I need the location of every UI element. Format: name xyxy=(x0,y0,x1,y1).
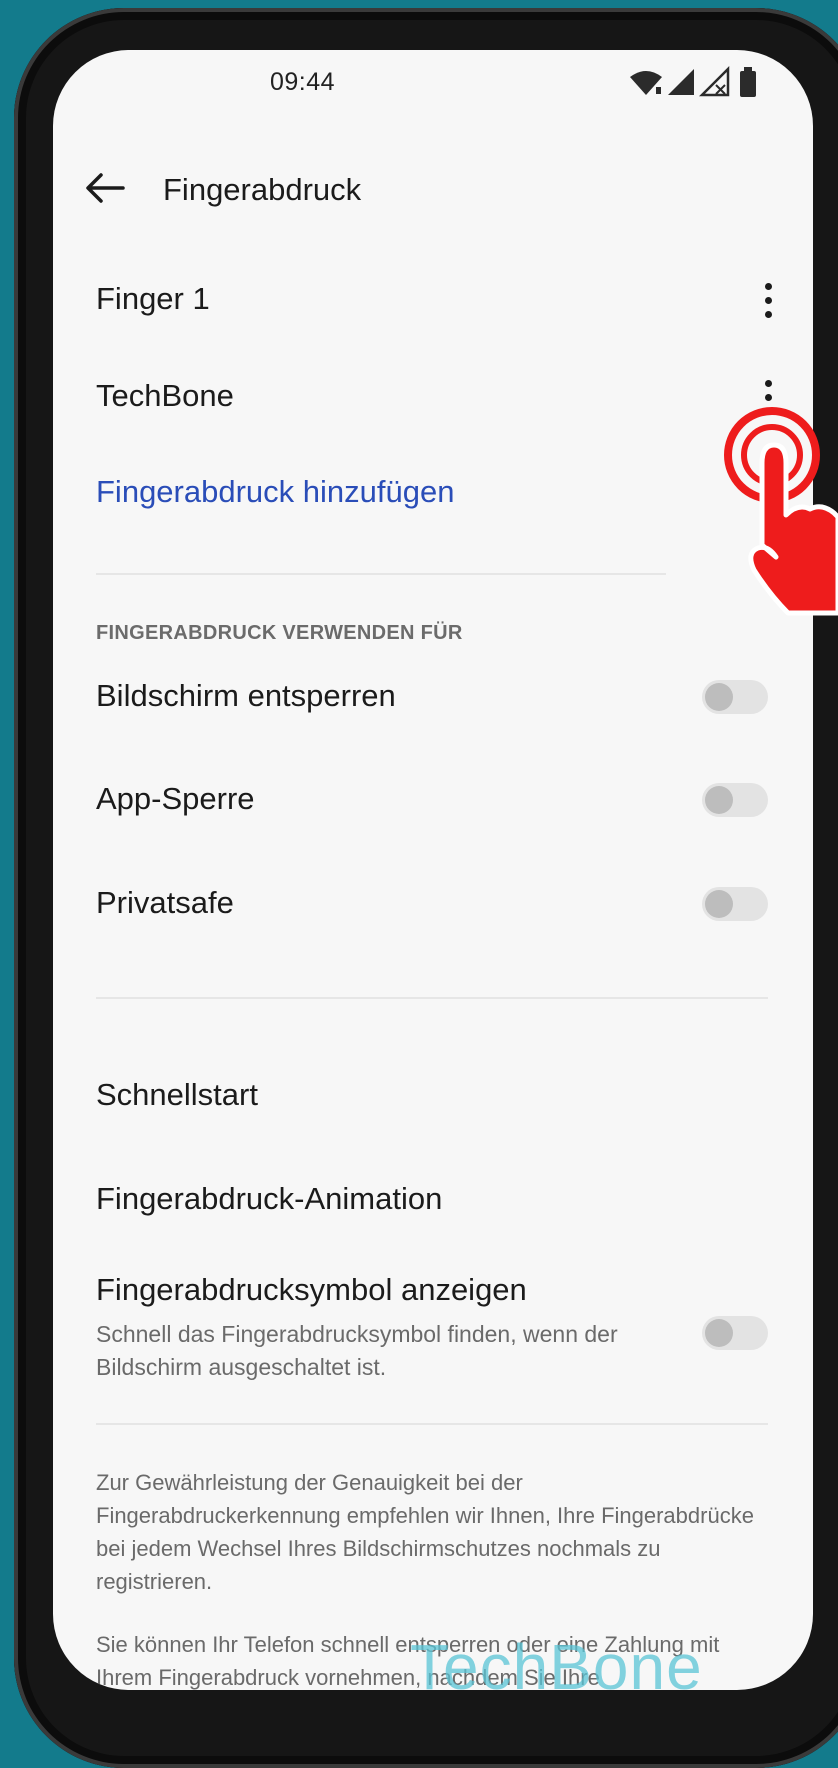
section-header: FINGERABDRUCK VERWENDEN FÜR xyxy=(96,622,463,644)
use-item-app-lock[interactable]: App-Sperre xyxy=(53,765,813,835)
item-label: Privatsafe xyxy=(96,885,234,920)
toggle-knob xyxy=(705,683,733,711)
item-label: Fingerabdrucksymbol anzeigen xyxy=(96,1272,527,1307)
toggle-knob xyxy=(705,786,733,814)
tap-hand-icon xyxy=(724,407,838,616)
use-item-unlock[interactable]: Bildschirm entsperren xyxy=(53,662,813,732)
quick-start-item[interactable]: Schnellstart xyxy=(53,1061,813,1131)
finger-item-2[interactable]: TechBone xyxy=(53,362,813,432)
status-icons xyxy=(630,65,756,97)
animation-item[interactable]: Fingerabdruck-Animation xyxy=(53,1165,813,1235)
app-bar: Fingerabdruck xyxy=(53,150,813,230)
use-item-private-safe[interactable]: Privatsafe xyxy=(53,869,813,939)
toggle-knob xyxy=(705,890,733,918)
status-time: 09:44 xyxy=(270,68,336,96)
item-label: Schnellstart xyxy=(96,1077,258,1112)
finger-item-1[interactable]: Finger 1 xyxy=(53,265,813,335)
signal-icon xyxy=(668,69,694,95)
divider xyxy=(96,997,768,999)
item-description: Schnell das Fingerabdrucksymbol finden, … xyxy=(96,1321,618,1380)
divider xyxy=(96,1423,768,1425)
back-arrow-icon[interactable] xyxy=(83,170,127,206)
signal-no-sim-icon xyxy=(698,65,730,97)
watermark: TechBone xyxy=(410,1631,703,1703)
screen: 09:44 Fingerabdruck Finger 1 TechBone Fi… xyxy=(53,50,813,1690)
divider xyxy=(96,573,666,575)
battery-icon xyxy=(740,67,756,97)
page-title: Fingerabdruck xyxy=(163,172,362,207)
finger-label: TechBone xyxy=(96,378,234,413)
unlock-toggle[interactable] xyxy=(702,680,768,714)
finger-label: Finger 1 xyxy=(96,281,210,316)
item-label: Bildschirm entsperren xyxy=(96,678,396,713)
toggle-knob xyxy=(705,1319,733,1347)
show-icon-toggle[interactable] xyxy=(702,1316,768,1350)
add-fingerprint-label: Fingerabdruck hinzufügen xyxy=(96,474,455,509)
show-icon-item[interactable]: Fingerabdrucksymbol anzeigen Schnell das… xyxy=(53,1260,813,1390)
accuracy-note: Zur Gewährleistung der Genauigkeit bei d… xyxy=(96,1470,754,1594)
item-label: Fingerabdruck-Animation xyxy=(96,1181,443,1216)
add-fingerprint-link[interactable]: Fingerabdruck hinzufügen xyxy=(53,458,813,528)
more-vertical-icon[interactable] xyxy=(753,279,783,323)
wifi-icon xyxy=(630,71,662,95)
item-label: App-Sperre xyxy=(96,781,255,816)
status-bar: 09:44 xyxy=(53,50,813,130)
app-lock-toggle[interactable] xyxy=(702,783,768,817)
private-safe-toggle[interactable] xyxy=(702,887,768,921)
